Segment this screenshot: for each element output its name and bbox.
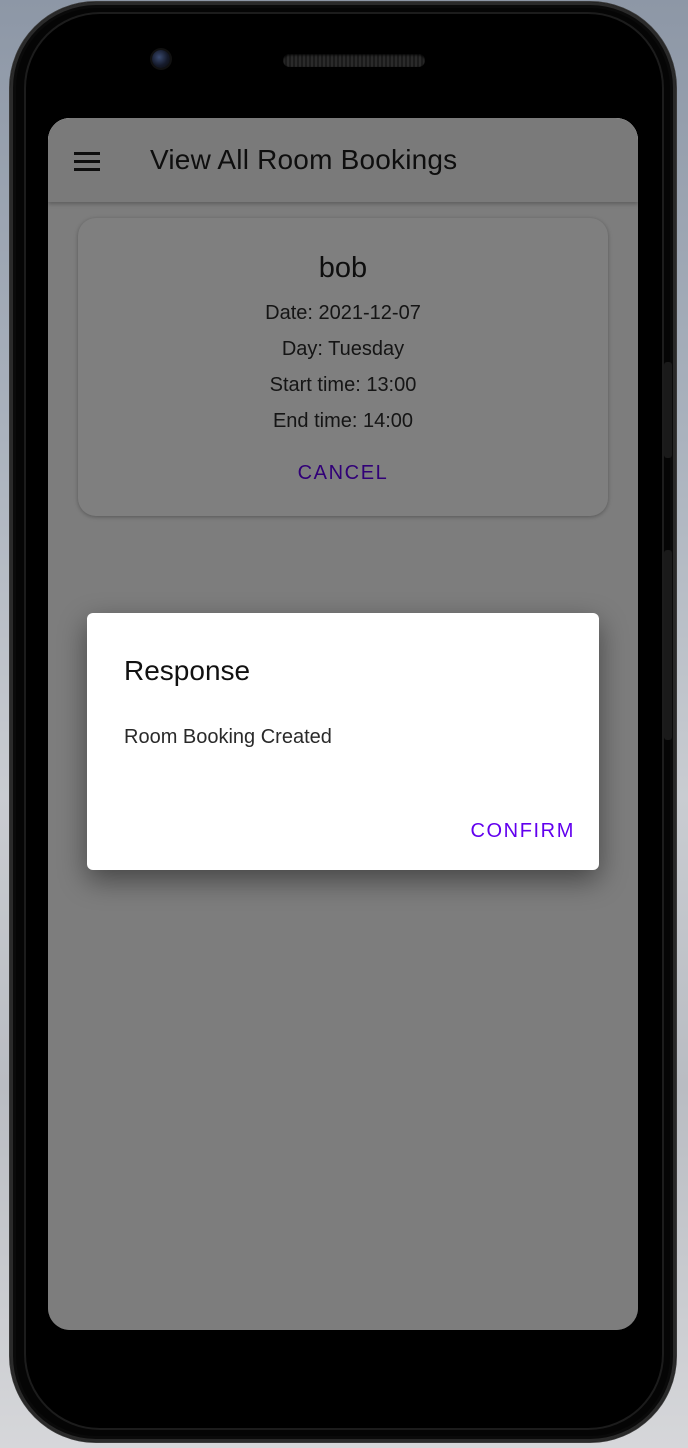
earpiece-speaker (283, 54, 425, 67)
dialog-title: Response (124, 655, 251, 686)
power-button (664, 550, 672, 740)
volume-button (664, 362, 672, 458)
front-camera (152, 50, 170, 68)
app-screen: View All Room Bookings bob Date: 2021-12… (48, 118, 638, 1330)
response-dialog: Response Room Booking Created CONFIRM (87, 613, 599, 870)
confirm-button[interactable]: CONFIRM (470, 820, 575, 843)
dialog-message: Room Booking Created (124, 726, 332, 748)
